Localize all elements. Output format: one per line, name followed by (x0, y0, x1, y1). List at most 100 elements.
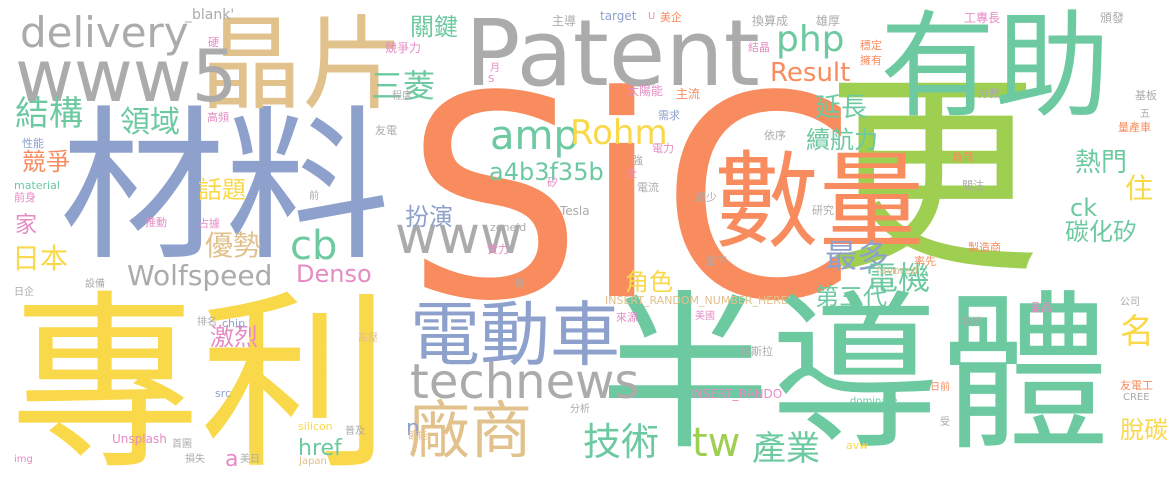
cloud-word: silicon (298, 420, 333, 433)
cloud-word: 需求 (658, 109, 680, 122)
cloud-word: 設備 (85, 279, 105, 290)
cloud-word: 競爭 (22, 148, 70, 176)
cloud-word: 續航力 (806, 126, 878, 154)
cloud-word: 科說 (962, 317, 982, 328)
cloud-word: dominate (850, 396, 898, 407)
cloud-word: 結晶 (748, 41, 770, 54)
cloud-word: 美日 (240, 454, 260, 465)
cloud-word: 晶晶 (1030, 301, 1052, 314)
cloud-word: favored (876, 264, 918, 277)
cloud-word: INSERT_RANDOM_NUMBER_HERE' (605, 294, 791, 307)
cloud-word: 基板 (1135, 89, 1157, 102)
cloud-word: 第三代 (815, 283, 887, 311)
cloud-word: src (215, 387, 232, 400)
cloud-word: avw (846, 439, 869, 452)
cloud-word: 競爭力 (385, 41, 422, 55)
cloud-word: 穩定 (860, 39, 882, 52)
cloud-word: 換算成 (752, 14, 789, 28)
cloud-word: 領域 (120, 105, 180, 140)
cloud-word: 公司 (1120, 297, 1140, 308)
cloud-word: 半導體 (600, 276, 1111, 474)
cloud-word: 依序 (764, 129, 786, 142)
cloud-word: 美企 (660, 11, 682, 24)
cloud-word: 友電工 (1120, 379, 1153, 392)
cloud-word: 家 (15, 213, 38, 238)
cloud-word: 擁有 (860, 54, 882, 67)
cloud-word: Denso (296, 260, 372, 288)
cloud-word: Wolfspeed (127, 259, 273, 292)
cloud-word: 雄厚 (816, 14, 841, 28)
cloud-word: technews (410, 354, 640, 410)
cloud-word: Result (770, 58, 851, 88)
cloud-word: 減少 (695, 191, 717, 204)
cloud-word: 分數 (978, 87, 1000, 100)
cloud-word: 研究 (812, 204, 834, 217)
word-cloud: SiC 專利 半導體更材料 有助 數量 Patent 晶片 www5 delivery 電動車 廠商… (0, 0, 1175, 482)
cloud-word: 關注 (962, 179, 984, 192)
cloud-word: CREE (1123, 392, 1150, 403)
cloud-word: 產業 (752, 429, 820, 469)
cloud-word: 負荷 (952, 151, 974, 164)
cloud-word: 工專長 (964, 11, 1001, 25)
cloud-word: 太陽能 (627, 84, 664, 98)
cloud-word: 碳化矽 (1065, 218, 1137, 246)
cloud-word: 結構 (15, 94, 83, 134)
cloud-word: 角色 (625, 268, 673, 296)
cloud-word: 占據 (198, 217, 220, 230)
cloud-word: ck (1070, 194, 1098, 222)
cloud-word: 分析 (570, 404, 590, 415)
cloud-word: 住 (1125, 172, 1154, 205)
cloud-word: Japan (299, 456, 327, 467)
cloud-word: 受 (940, 417, 950, 428)
cloud-word: 主流 (676, 87, 701, 101)
cloud-word: 關鍵 (410, 13, 458, 41)
cloud-word: 日本 (12, 242, 69, 275)
cloud-word: 前身 (14, 191, 36, 204)
cloud-word: 日企 (14, 287, 34, 298)
cloud-word: 數量 (714, 141, 925, 263)
cloud-word: 量產車 (1118, 121, 1151, 134)
cloud-word: 優勢 (205, 229, 262, 262)
cloud-word: 全 (626, 167, 637, 180)
cloud-word: 推動 (145, 216, 167, 229)
cloud-word: 實力 (487, 243, 509, 256)
cloud-word: 脫碳 (1120, 416, 1168, 444)
cloud-word: 前 (309, 191, 319, 202)
cloud-word: target (600, 9, 637, 23)
cloud-word: chip (222, 317, 246, 330)
cloud-word: 話題 (198, 176, 246, 204)
cloud-word: 名 (1120, 312, 1154, 352)
cloud-word: a (225, 447, 239, 472)
cloud-word: 來源 (616, 311, 638, 324)
cloud-word: 頒發 (1100, 11, 1125, 25)
cloud-word: 拿下 (705, 255, 727, 268)
cloud-word: 熱門 (1075, 148, 1128, 178)
cloud-word: 電力 (652, 142, 674, 155)
cloud-word: 強 (632, 154, 643, 167)
cloud-word: 節能 (408, 431, 428, 442)
cloud-word: U (648, 11, 656, 22)
cloud-word: 扮演 (405, 203, 453, 231)
cloud-word: delivery (20, 8, 189, 57)
cloud-word: 技術 (583, 420, 660, 464)
cloud-word: S (488, 74, 495, 85)
cloud-word: 製造商 (968, 241, 1001, 254)
cloud-word: Tesla (560, 204, 590, 218)
cloud-word: 延長 (815, 93, 868, 123)
cloud-word: 首圖 (172, 439, 192, 450)
cloud-word: INSERT_RANDO (690, 387, 783, 401)
cloud-word: 程度 (392, 91, 412, 102)
cloud-word: 損失 (185, 454, 205, 465)
cloud-word: 性能 (22, 137, 44, 150)
cloud-word: 硬 (208, 36, 219, 49)
cloud-word: 排名 (197, 317, 217, 328)
cloud-word: 矽 (547, 176, 558, 189)
cloud-word: Unsplash (112, 432, 167, 446)
cloud-word: 美國 (695, 311, 715, 322)
cloud-word: 特斯拉 (740, 345, 773, 358)
cloud-word: 日前 (930, 382, 950, 393)
cloud-word: img (14, 454, 33, 465)
cloud-word: 電流 (637, 181, 659, 194)
cloud-word: 友電 (375, 124, 397, 137)
cloud-word: 有助 (880, 0, 1111, 134)
